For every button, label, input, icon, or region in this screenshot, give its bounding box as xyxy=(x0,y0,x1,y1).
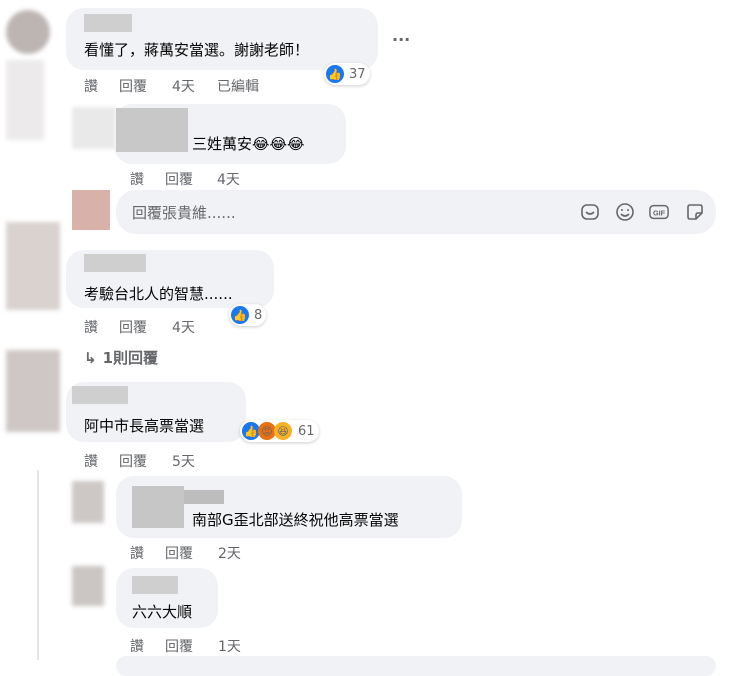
reply-input[interactable] xyxy=(116,656,716,676)
reply-button[interactable]: 回覆 xyxy=(119,76,172,96)
commenter-name[interactable] xyxy=(84,14,132,32)
haha-icon: 😆 xyxy=(274,422,292,440)
comment-actions: 讚 回覆 2天 xyxy=(130,543,241,563)
reply-button[interactable]: 回覆 xyxy=(165,543,218,563)
avatar xyxy=(6,60,44,140)
timestamp[interactable]: 4天 xyxy=(172,317,195,337)
reply-button[interactable]: 回覆 xyxy=(119,317,172,337)
comment-text: 阿中市長高票當選 xyxy=(84,417,205,435)
reply-placeholder: 回覆張貴維...... xyxy=(132,204,236,222)
reply-button[interactable]: 回覆 xyxy=(119,451,172,471)
reply-arrow-icon: ↳ xyxy=(84,348,97,367)
commenter-name[interactable] xyxy=(116,108,188,152)
view-replies-link[interactable]: ↳ 1則回覆 xyxy=(84,347,158,368)
like-icon: 👍 xyxy=(326,65,344,83)
timestamp[interactable]: 1天 xyxy=(218,636,241,656)
like-button[interactable]: 讚 xyxy=(84,76,119,96)
like-icon: 👍 xyxy=(231,306,249,324)
commenter-name xyxy=(184,490,224,504)
gif-icon[interactable]: GIF xyxy=(649,202,669,222)
view-replies-label: 1則回覆 xyxy=(102,349,159,367)
like-button[interactable]: 讚 xyxy=(130,543,165,563)
avatar[interactable] xyxy=(72,566,104,606)
reaction-summary[interactable]: 👍 8 xyxy=(229,304,267,326)
like-button[interactable]: 讚 xyxy=(84,317,119,337)
comment-actions: 讚 回覆 5天 xyxy=(84,451,195,471)
like-button[interactable]: 讚 xyxy=(130,636,165,656)
timestamp[interactable]: 4天 xyxy=(172,76,217,96)
timestamp[interactable]: 4天 xyxy=(217,169,240,189)
reaction-summary[interactable]: 👍 37 xyxy=(324,63,370,85)
like-button[interactable]: 讚 xyxy=(130,169,165,189)
comment-actions: 讚 回覆 1天 xyxy=(130,636,241,656)
commenter-name[interactable] xyxy=(132,576,178,594)
reaction-count: 37 xyxy=(349,66,366,82)
sticker-icon[interactable] xyxy=(580,202,600,222)
comment-actions: 讚 回覆 4天 xyxy=(130,169,240,189)
reply-button[interactable]: 回覆 xyxy=(165,169,217,189)
commenter-name[interactable] xyxy=(84,254,146,272)
like-button[interactable]: 讚 xyxy=(84,451,119,471)
avatar xyxy=(72,190,110,230)
avatar[interactable] xyxy=(6,350,60,432)
timestamp[interactable]: 5天 xyxy=(172,451,195,471)
comment-text: 三姓萬安😂😂😂 xyxy=(192,135,305,153)
avatar[interactable] xyxy=(6,222,60,310)
timestamp[interactable]: 2天 xyxy=(218,543,241,563)
commenter-name[interactable] xyxy=(72,386,128,404)
svg-text:GIF: GIF xyxy=(653,209,666,218)
comment-text: 六六大順 xyxy=(132,603,193,621)
reaction-count: 8 xyxy=(254,307,263,323)
sticker2-icon[interactable] xyxy=(685,202,705,222)
commenter-name[interactable] xyxy=(132,486,184,528)
reaction-count: 61 xyxy=(298,423,315,439)
more-options-icon[interactable]: ··· xyxy=(392,30,410,49)
comment-actions: 讚 回覆 4天 已編輯 xyxy=(84,76,259,96)
avatar[interactable] xyxy=(72,107,116,149)
edited-label: 已編輯 xyxy=(217,79,259,95)
avatar[interactable] xyxy=(72,481,104,523)
thread-line xyxy=(37,470,39,660)
comment-text: 考驗台北人的智慧...... xyxy=(84,285,233,303)
comment-text: 南部G歪北部送終祝他高票當選 xyxy=(192,511,399,529)
emoji-icon[interactable] xyxy=(615,202,635,222)
reaction-summary[interactable]: 👍 😡 😆 61 xyxy=(240,420,319,442)
comment-text: 看懂了，蔣萬安當選。謝謝老師！ xyxy=(84,41,310,59)
avatar[interactable] xyxy=(6,10,50,54)
reply-button[interactable]: 回覆 xyxy=(165,636,218,656)
comment-actions: 讚 回覆 4天 xyxy=(84,317,195,337)
